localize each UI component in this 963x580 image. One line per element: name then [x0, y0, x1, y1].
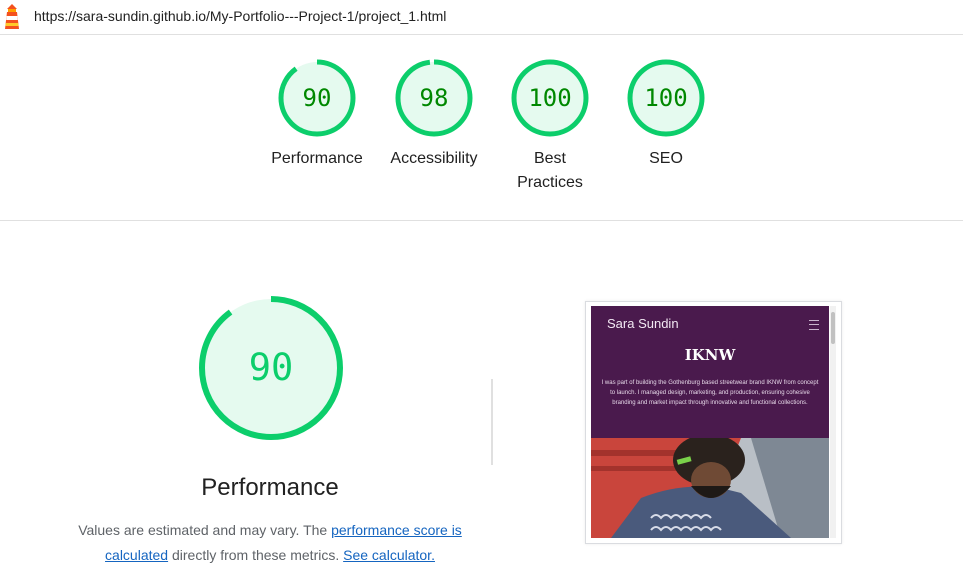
description-text: Values are estimated and may vary. The [78, 522, 332, 538]
screenshot-hero-title: IKNW [684, 346, 736, 364]
performance-description: Values are estimated and may vary. The p… [70, 518, 470, 568]
description-text: directly from these metrics. [168, 547, 344, 563]
screenshot-hero: Sara Sundin IKNW I was part of building … [591, 306, 829, 438]
gauge-score: 100 [644, 84, 688, 112]
gauge-label: Performance [271, 150, 363, 167]
gauge-label: SEO [649, 150, 683, 167]
scrollbar-thumb[interactable] [831, 312, 835, 344]
performance-gauge: 90 [195, 296, 347, 446]
page-url[interactable]: https://sara-sundin.github.io/My-Portfol… [34, 8, 446, 24]
gauge-best-practices[interactable]: 100 Best Practices [495, 59, 605, 195]
score-gauges: 90 Performance 98 Accessibility 100 Best… [0, 35, 963, 221]
divider [491, 379, 493, 465]
performance-score: 90 [248, 346, 294, 389]
gauge-performance[interactable]: 90 Performance [262, 59, 372, 171]
screenshot-scrollbar[interactable] [830, 306, 836, 538]
gauge-score: 90 [302, 84, 332, 112]
screenshot-photo [591, 438, 829, 538]
gauge-label: Accessibility [390, 150, 478, 167]
address-bar: https://sara-sundin.github.io/My-Portfol… [0, 0, 963, 35]
page-screenshot-thumbnail[interactable]: Sara Sundin IKNW I was part of building … [585, 301, 842, 544]
screenshot-viewport: Sara Sundin IKNW I was part of building … [591, 306, 829, 538]
performance-title: Performance [201, 474, 339, 501]
gauge-label: Best Practices [517, 150, 583, 191]
gauge-score: 100 [528, 84, 572, 112]
hamburger-menu-icon [809, 320, 819, 330]
screenshot-hero-text: I was part of building the Gothenburg ba… [601, 380, 819, 406]
gauge-score: 98 [419, 84, 449, 112]
gauge-seo[interactable]: 100 SEO [611, 59, 721, 171]
gauge-accessibility[interactable]: 98 Accessibility [379, 59, 489, 171]
screenshot-brand: Sara Sundin [607, 316, 679, 331]
see-calculator-link[interactable]: See calculator. [343, 547, 435, 563]
lighthouse-icon [5, 4, 19, 29]
